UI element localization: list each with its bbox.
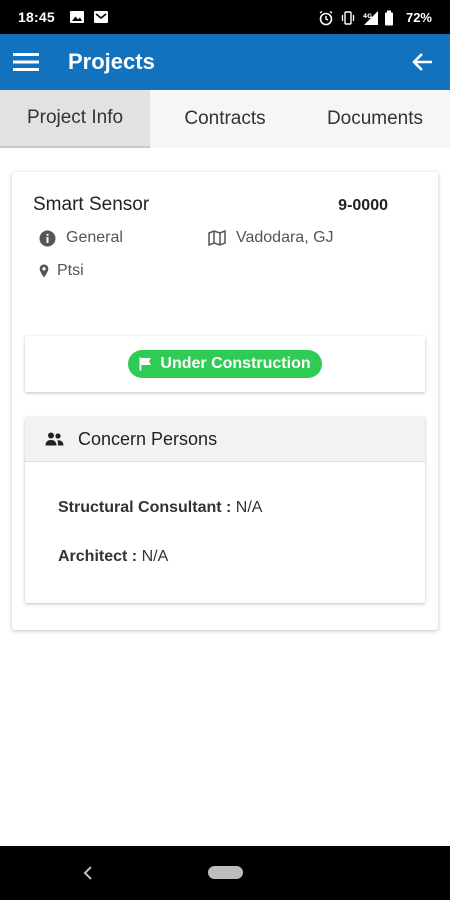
- tab-project-info[interactable]: Project Info: [0, 90, 150, 148]
- image-notification-icon: [69, 10, 85, 24]
- concern-persons-card: Concern Persons Structural Consultant : …: [25, 417, 425, 603]
- battery-percent: 72%: [405, 9, 432, 25]
- users-icon: [45, 432, 64, 446]
- project-location-label: Vadodara, GJ: [236, 229, 334, 246]
- vibrate-icon: [340, 10, 356, 25]
- concern-persons-header: Concern Persons: [25, 417, 425, 462]
- person-value: N/A: [141, 548, 169, 565]
- alarm-icon: [318, 10, 334, 26]
- map-icon: [208, 230, 226, 246]
- person-value: N/A: [235, 499, 263, 516]
- status-bar: 18:45 4G 72%: [0, 0, 450, 34]
- info-circle-icon: [39, 230, 56, 246]
- status-label: Under Construction: [160, 355, 311, 372]
- project-organization-label: Ptsi: [57, 262, 84, 279]
- tab-contracts[interactable]: Contracts: [150, 90, 300, 148]
- tab-bar: Project Info Contracts Documents: [0, 90, 450, 148]
- hamburger-icon: [13, 53, 39, 71]
- tab-documents[interactable]: Documents: [300, 90, 450, 148]
- status-badge: Under Construction: [128, 350, 322, 378]
- chevron-left-icon: [83, 866, 92, 880]
- person-row: Architect : N/A: [58, 548, 168, 566]
- project-location: Vadodara, GJ: [208, 229, 334, 247]
- network-label: 4G: [363, 13, 372, 20]
- project-name: Smart Sensor: [33, 194, 150, 215]
- concern-persons-title: Concern Persons: [78, 428, 218, 449]
- battery-icon: [384, 10, 400, 26]
- arrow-left-icon: [412, 53, 432, 71]
- system-nav-bar: [0, 846, 450, 900]
- status-time: 18:45: [18, 9, 55, 25]
- project-organization: Ptsi: [39, 262, 84, 280]
- menu-button[interactable]: [0, 34, 52, 90]
- project-type: General: [39, 229, 123, 247]
- project-card: Smart Sensor 9-0000 General Vadodara, GJ…: [12, 172, 438, 630]
- person-role: Structural Consultant :: [58, 499, 232, 516]
- project-type-label: General: [66, 229, 123, 246]
- project-code: 9-0000: [338, 197, 388, 214]
- page-title: Projects: [68, 49, 155, 74]
- back-button[interactable]: [394, 34, 450, 90]
- system-home-button[interactable]: [208, 866, 243, 879]
- person-role: Architect :: [58, 548, 138, 565]
- signal-4g-icon: 4G: [362, 10, 378, 25]
- status-card: Under Construction: [25, 336, 425, 392]
- app-bar: Projects: [0, 34, 450, 90]
- person-row: Structural Consultant : N/A: [58, 499, 262, 517]
- flag-icon: [139, 357, 152, 371]
- system-back-button[interactable]: [78, 862, 98, 884]
- map-pin-icon: [39, 264, 49, 278]
- gallery-notification-icon: [93, 10, 109, 24]
